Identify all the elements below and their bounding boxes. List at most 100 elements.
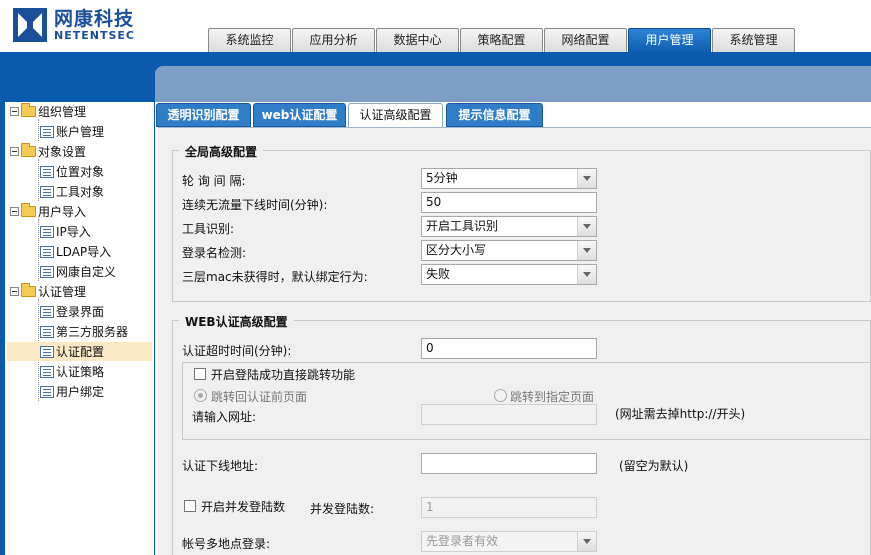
brand-logo: 网康科技 NETENTSEC bbox=[12, 6, 135, 44]
sidebar-item-label: 认证管理 bbox=[38, 285, 87, 299]
chevron-down-icon[interactable] bbox=[577, 169, 596, 188]
page-icon bbox=[40, 365, 54, 378]
page-icon bbox=[40, 185, 54, 198]
page-icon bbox=[40, 325, 54, 338]
sidebar-item-label: 账户管理 bbox=[56, 125, 105, 139]
mac-fail-label: 三层mac未获得时，默认绑定行为: bbox=[182, 270, 368, 284]
multi-login-label: 帐号多地点登录: bbox=[182, 537, 271, 551]
page-icon bbox=[40, 125, 54, 138]
tab-system-management[interactable]: 系统管理 bbox=[712, 28, 795, 52]
tab-user-management[interactable]: 用户管理 bbox=[628, 28, 711, 52]
auth-timeout-input[interactable]: 0 bbox=[421, 338, 597, 359]
folder-icon bbox=[21, 283, 36, 297]
collapse-icon[interactable] bbox=[10, 107, 19, 116]
brand-name-cn: 网康科技 bbox=[54, 7, 135, 30]
sidebar-item-label: 用户导入 bbox=[38, 205, 87, 219]
poll-interval-label: 轮 询 间 隔: bbox=[182, 174, 246, 188]
multi-login-select[interactable]: 先登录者有效 bbox=[421, 531, 597, 552]
folder-icon bbox=[21, 203, 36, 217]
concurrent-count-label: 并发登陆数: bbox=[310, 502, 375, 516]
sidebar-item-label: 组织管理 bbox=[38, 105, 87, 119]
login-check-label: 登录名检测: bbox=[182, 246, 247, 260]
chevron-down-icon[interactable] bbox=[577, 241, 596, 260]
page-icon bbox=[40, 385, 54, 398]
chevron-down-icon[interactable] bbox=[577, 532, 596, 551]
sidebar-item-ldap-import[interactable]: LDAP导入 bbox=[40, 242, 111, 261]
page-icon bbox=[40, 265, 54, 278]
tool-detect-value: 开启工具识别 bbox=[426, 219, 499, 233]
multi-login-value: 先登录者有效 bbox=[426, 534, 499, 548]
tab-policy-config[interactable]: 策略配置 bbox=[460, 28, 543, 52]
folder-icon bbox=[21, 143, 36, 157]
sidebar-item-tool-objects[interactable]: 工具对象 bbox=[40, 182, 104, 201]
sidebar-item-label: 认证配置 bbox=[56, 345, 105, 359]
top-nav: 系统监控 应用分析 数据中心 策略配置 网络配置 用户管理 系统管理 bbox=[208, 28, 796, 52]
chevron-down-icon[interactable] bbox=[577, 217, 596, 236]
logout-url-hint: (留空为默认) bbox=[619, 459, 689, 473]
sidebar-tree: 组织管理 账户管理 对象设置 位置对象 工具对象 用户导入 IP导入 LDAP导… bbox=[5, 102, 154, 555]
tab-web-auth[interactable]: web认证配置 bbox=[253, 103, 346, 127]
redirect-back-radio[interactable] bbox=[194, 389, 207, 402]
sidebar-item-label: 认证策略 bbox=[56, 365, 105, 379]
redirect-custom-label: 跳转到指定页面 bbox=[510, 390, 595, 404]
sidebar-item-label: 位置对象 bbox=[56, 165, 105, 179]
login-check-select[interactable]: 区分大小写 bbox=[421, 240, 597, 261]
sidebar-item-login-page[interactable]: 登录界面 bbox=[40, 302, 104, 321]
collapse-icon[interactable] bbox=[10, 287, 19, 296]
sidebar-item-label: IP导入 bbox=[56, 225, 91, 239]
sidebar-item-label: 对象设置 bbox=[38, 145, 87, 159]
tool-detect-select[interactable]: 开启工具识别 bbox=[421, 216, 597, 237]
sidebar-item-label: 第三方服务器 bbox=[56, 325, 129, 339]
poll-interval-select[interactable]: 5分钟 bbox=[421, 168, 597, 189]
redirect-enable-label: 开启登陆成功直接跳转功能 bbox=[211, 368, 356, 382]
poll-interval-value: 5分钟 bbox=[426, 171, 458, 185]
tab-transparent-identify[interactable]: 透明识别配置 bbox=[156, 103, 251, 127]
collapse-icon[interactable] bbox=[10, 147, 19, 156]
redirect-back-label: 跳转回认证前页面 bbox=[211, 390, 308, 404]
concurrent-enable-label: 开启并发登陆数 bbox=[201, 500, 286, 514]
sidebar-item-ip-import[interactable]: IP导入 bbox=[40, 222, 91, 241]
collapse-icon[interactable] bbox=[10, 207, 19, 216]
chevron-down-icon[interactable] bbox=[577, 265, 596, 284]
auth-timeout-label: 认证超时时间(分钟): bbox=[182, 344, 292, 358]
tab-app-analysis[interactable]: 应用分析 bbox=[292, 28, 375, 52]
tab-network-config[interactable]: 网络配置 bbox=[544, 28, 627, 52]
sidebar-item-objects[interactable]: 对象设置 bbox=[10, 142, 86, 161]
page-icon bbox=[40, 225, 54, 238]
sidebar-item-location-objects[interactable]: 位置对象 bbox=[40, 162, 104, 181]
sidebar-item-third-party-server[interactable]: 第三方服务器 bbox=[40, 322, 128, 341]
sidebar-item-auth-management[interactable]: 认证管理 bbox=[10, 282, 86, 301]
sidebar-item-org[interactable]: 组织管理 bbox=[10, 102, 86, 121]
settings-panel: 全局高级配置 轮 询 间 隔: 5分钟 连续无流量下线时间(分钟): 50 工具… bbox=[158, 127, 871, 555]
logo-icon bbox=[12, 7, 48, 43]
sidebar-item-user-binding[interactable]: 用户绑定 bbox=[40, 382, 104, 401]
logout-url-label: 认证下线地址: bbox=[182, 459, 259, 473]
sidebar-item-custom-import[interactable]: 网康自定义 bbox=[40, 262, 116, 281]
mac-fail-select[interactable]: 失败 bbox=[421, 264, 597, 285]
tab-auth-advanced[interactable]: 认证高级配置 bbox=[348, 103, 443, 127]
login-check-value: 区分大小写 bbox=[426, 243, 487, 257]
global-config-title: 全局高级配置 bbox=[179, 143, 264, 160]
redirect-enable-checkbox[interactable] bbox=[194, 368, 206, 380]
sidebar-item-label: 网康自定义 bbox=[56, 265, 117, 279]
web-config-title: WEB认证高级配置 bbox=[179, 313, 294, 330]
sidebar-item-auth-policy[interactable]: 认证策略 bbox=[40, 362, 104, 381]
redirect-custom-radio[interactable] bbox=[494, 389, 507, 402]
sidebar-item-accounts[interactable]: 账户管理 bbox=[40, 122, 104, 141]
tab-data-center[interactable]: 数据中心 bbox=[376, 28, 459, 52]
concurrent-enable-checkbox[interactable] bbox=[184, 500, 196, 512]
page-icon bbox=[40, 305, 54, 318]
tab-prompt-messages[interactable]: 提示信息配置 bbox=[446, 103, 543, 127]
sidebar-item-user-import[interactable]: 用户导入 bbox=[10, 202, 86, 221]
page-icon bbox=[40, 165, 54, 178]
sidebar-item-auth-config[interactable]: 认证配置 bbox=[7, 342, 152, 361]
page-icon bbox=[40, 245, 54, 258]
content-title-bar bbox=[155, 66, 871, 102]
idle-timeout-input[interactable]: 50 bbox=[421, 192, 597, 213]
logout-url-input[interactable] bbox=[421, 453, 597, 474]
sidebar-item-label: 登录界面 bbox=[56, 305, 105, 319]
concurrent-count-input[interactable]: 1 bbox=[421, 497, 597, 518]
url-input[interactable] bbox=[421, 404, 597, 425]
tab-system-monitor[interactable]: 系统监控 bbox=[208, 28, 291, 52]
folder-icon bbox=[21, 103, 36, 117]
